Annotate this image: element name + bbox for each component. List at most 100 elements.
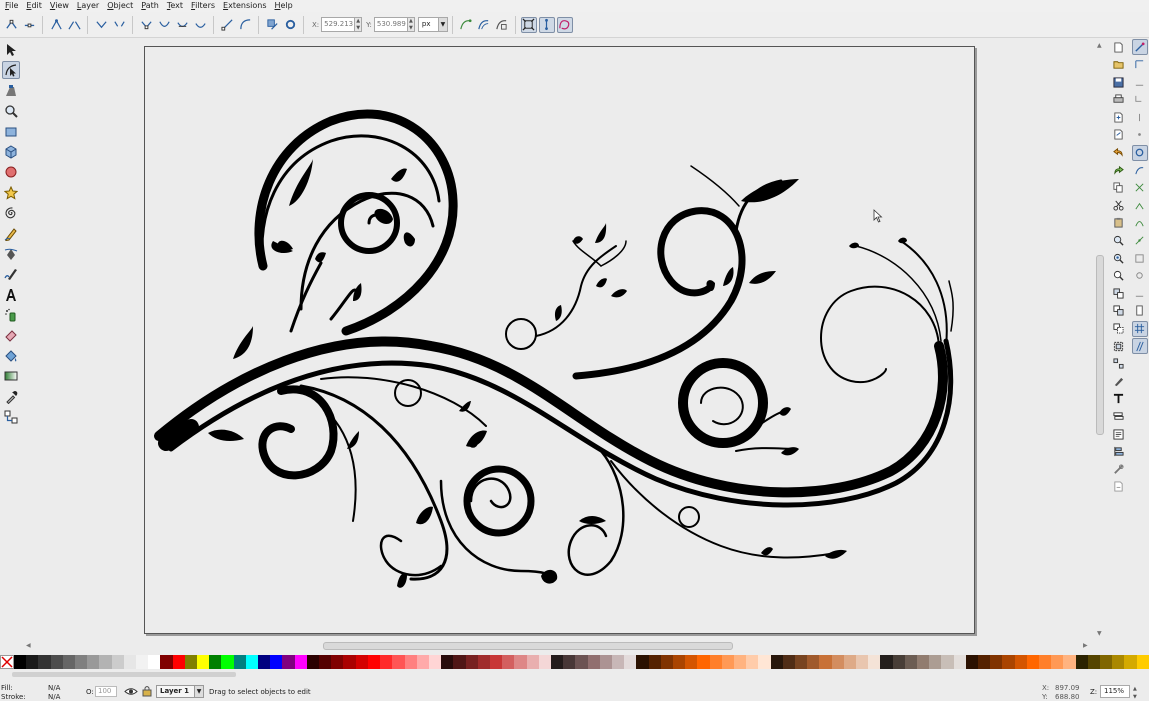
color-swatch[interactable] (1014, 655, 1027, 669)
x-coord-input[interactable]: 529.213 (321, 17, 356, 32)
dropper-tool-icon[interactable] (2, 388, 20, 406)
paint-bucket-tool-icon[interactable] (2, 347, 20, 365)
layer-select[interactable]: Layer 1 ▼ (156, 685, 204, 698)
color-swatch[interactable] (721, 655, 734, 669)
color-swatch[interactable] (831, 655, 844, 669)
snap-page-border-icon[interactable] (1132, 303, 1148, 319)
fill-value[interactable]: N/A (48, 684, 60, 692)
color-swatch[interactable] (209, 655, 222, 669)
preferences-icon[interactable] (1111, 461, 1127, 477)
color-swatch[interactable] (50, 655, 63, 669)
color-swatch[interactable] (587, 655, 600, 669)
snap-rotation-center-icon[interactable] (1132, 268, 1148, 284)
zoom-tool-icon[interactable] (2, 102, 20, 120)
snap-bbox-corner-icon[interactable] (1132, 92, 1148, 108)
color-swatch[interactable] (367, 655, 381, 669)
copy-icon[interactable] (1111, 180, 1127, 196)
menu-text[interactable]: Text (165, 0, 189, 12)
snap-nodes-icon[interactable] (1131, 144, 1148, 161)
new-document-icon[interactable] (1111, 39, 1127, 55)
color-swatch[interactable] (795, 655, 808, 669)
color-swatch[interactable] (880, 655, 893, 669)
color-swatch[interactable] (99, 655, 112, 669)
fill-stroke-icon[interactable] (1111, 373, 1127, 389)
color-swatch[interactable] (990, 655, 1003, 669)
color-swatch[interactable] (160, 655, 173, 669)
snap-toggle-icon[interactable] (1131, 39, 1148, 55)
color-swatch[interactable] (892, 655, 905, 669)
color-swatch[interactable] (660, 655, 673, 669)
opacity-input[interactable]: 100 (95, 686, 117, 697)
color-swatch[interactable] (709, 655, 722, 669)
color-swatch[interactable] (843, 655, 857, 669)
duplicate-icon[interactable] (1111, 285, 1127, 301)
show-transform-handles-icon[interactable] (520, 16, 537, 33)
color-swatch[interactable] (136, 655, 149, 669)
vertical-scrollbar[interactable]: ▲ ▼ (1094, 40, 1106, 640)
pen-tool-icon[interactable] (2, 245, 20, 263)
segment-line-icon[interactable] (219, 17, 235, 33)
color-swatch[interactable] (648, 655, 661, 669)
color-swatch[interactable] (282, 655, 295, 669)
color-swatch[interactable] (233, 655, 246, 669)
color-swatch[interactable] (441, 655, 454, 669)
snap-bbox-midpoint-icon[interactable] (1132, 109, 1148, 125)
unlink-clone-icon[interactable] (1111, 321, 1127, 337)
color-swatch[interactable] (221, 655, 234, 669)
gradient-tool-icon[interactable] (2, 367, 20, 385)
menu-help[interactable]: Help (273, 0, 299, 12)
color-swatch[interactable] (62, 655, 76, 669)
cut-icon[interactable] (1111, 197, 1127, 213)
selector-tool-icon[interactable] (2, 41, 20, 59)
color-swatch[interactable] (123, 655, 137, 669)
none-color-swatch[interactable] (0, 655, 14, 669)
insert-node-icon[interactable] (3, 17, 19, 33)
color-swatch[interactable] (868, 655, 881, 669)
color-swatch[interactable] (172, 655, 185, 669)
clone-icon[interactable] (1111, 303, 1127, 319)
pencil-tool-icon[interactable] (2, 225, 20, 243)
color-swatch[interactable] (416, 655, 429, 669)
delete-node-icon[interactable] (21, 17, 37, 33)
color-swatch[interactable] (929, 655, 942, 669)
join-nodes-icon[interactable] (48, 17, 64, 33)
spiral-tool-icon[interactable] (2, 204, 20, 222)
color-swatch[interactable] (611, 655, 625, 669)
object-to-path-icon[interactable] (264, 17, 280, 33)
color-swatch[interactable] (697, 655, 710, 669)
node-symmetric-icon[interactable] (174, 17, 190, 33)
spray-tool-icon[interactable] (2, 306, 20, 324)
color-swatch[interactable] (599, 655, 612, 669)
color-swatch[interactable] (563, 655, 576, 669)
document-properties-icon[interactable] (1111, 479, 1127, 495)
group-icon[interactable] (1111, 338, 1127, 354)
color-swatch[interactable] (355, 655, 368, 669)
color-swatch[interactable] (1026, 655, 1040, 669)
color-swatch[interactable] (807, 655, 820, 669)
node-tool-icon[interactable] (2, 61, 20, 80)
snap-text-baseline-icon[interactable] (1132, 285, 1148, 301)
color-swatch[interactable] (319, 655, 332, 669)
color-swatch[interactable] (746, 655, 759, 669)
color-swatch[interactable] (782, 655, 795, 669)
color-swatch[interactable] (294, 655, 307, 669)
vertical-scroll-thumb[interactable] (1096, 255, 1104, 435)
color-swatch[interactable] (1087, 655, 1101, 669)
show-path-outline-icon[interactable] (556, 16, 573, 33)
scroll-up-icon[interactable]: ▲ (1097, 42, 1102, 49)
color-swatch[interactable] (465, 655, 478, 669)
color-swatch[interactable] (1051, 655, 1064, 669)
color-swatch[interactable] (306, 655, 320, 669)
color-swatch[interactable] (428, 655, 442, 669)
3d-box-tool-icon[interactable] (2, 143, 20, 161)
color-swatch[interactable] (819, 655, 832, 669)
snap-guides-icon[interactable] (1131, 338, 1148, 355)
redo-icon[interactable] (1111, 162, 1127, 178)
color-swatch[interactable] (941, 655, 954, 669)
menu-file[interactable]: File (3, 0, 24, 12)
path-mask-icon[interactable] (476, 17, 492, 33)
text-tool-icon[interactable] (2, 286, 20, 304)
color-swatch[interactable] (526, 655, 539, 669)
snap-bbox-edge-icon[interactable] (1132, 74, 1148, 90)
color-swatch[interactable] (514, 655, 527, 669)
